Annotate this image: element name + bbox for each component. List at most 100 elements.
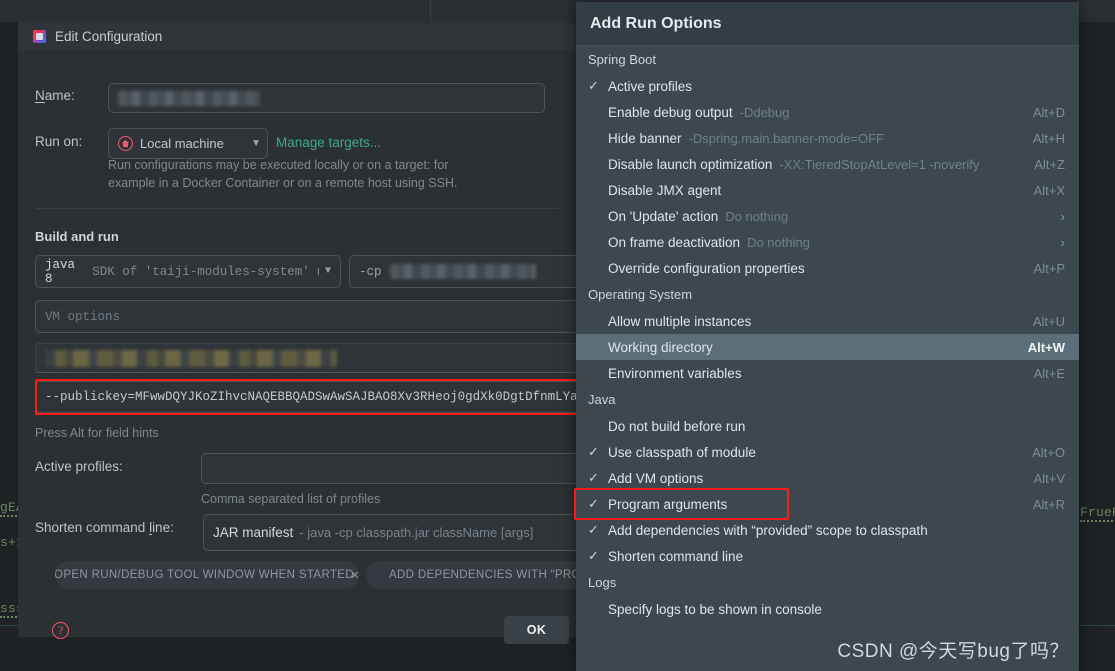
run-configuration-icon — [33, 30, 46, 43]
ok-label: OK — [526, 623, 547, 637]
run-option-label: Hide banner — [608, 130, 682, 146]
run-option-item[interactable]: Disable launch optimization -XX:TieredSto… — [576, 151, 1079, 177]
close-icon[interactable]: ✕ — [350, 568, 359, 582]
active-profiles-label: Active profiles: — [35, 459, 123, 474]
program-arguments-input[interactable]: --publickey=MFwwDQYJKoZIhvcNAQEBBQADSwAw… — [35, 381, 599, 413]
run-option-label: Working directory — [608, 339, 713, 355]
run-option-hint: Do nothing — [725, 208, 789, 224]
option-group-header: Logs — [588, 575, 617, 590]
cp-value-redacted — [389, 264, 536, 279]
program-arguments-value: --publickey=MFwwDQYJKoZIhvcNAQEBBQADSwAw… — [45, 390, 589, 404]
vm-options-placeholder: VM options — [45, 309, 121, 324]
run-option-label: Disable JMX agent — [608, 182, 722, 198]
run-option-item[interactable]: Hide banner -Dspring.main.banner-mode=OFF… — [576, 125, 1079, 151]
chevron-right-icon[interactable]: › — [1049, 235, 1065, 250]
watermark: CSDN @今天写bug了吗？ — [837, 641, 1069, 662]
run-option-item[interactable]: ✓ Active profiles — [576, 73, 1079, 99]
vm-options-input[interactable]: VM options — [35, 300, 599, 333]
run-option-item[interactable]: ✓ Add dependencies with “provided” scope … — [576, 517, 1079, 543]
redacted-input-value — [45, 349, 337, 367]
home-icon — [118, 136, 133, 151]
classpath-input[interactable]: -cp — [349, 255, 599, 288]
check-icon: ✓ — [588, 522, 599, 537]
active-profiles-hint: Comma separated list of profiles — [201, 492, 381, 506]
run-option-item[interactable]: Environment variables Alt+E — [576, 360, 1079, 386]
run-option-hint: -Ddebug — [739, 104, 790, 120]
run-option-shortcut: Alt+Z — [1034, 156, 1065, 172]
run-on-value: Local machine — [140, 136, 224, 151]
run-option-shortcut: Alt+E — [1033, 365, 1065, 381]
shorten-command-row: Shorten command line: — [35, 520, 174, 535]
shorten-command-label: Shorten command line: — [35, 520, 174, 535]
dialog-title: Edit Configuration — [55, 29, 163, 44]
active-profiles-row: Active profiles: — [35, 459, 123, 474]
redacted-input[interactable] — [35, 343, 599, 373]
pill-label: OPEN RUN/DEBUG TOOL WINDOW WHEN STARTED — [55, 569, 354, 581]
sdk-dropdown[interactable]: java 8 SDK of 'taiji-modules-system' mod… — [35, 255, 341, 288]
run-option-item[interactable]: Specify logs to be shown in console — [576, 596, 1079, 622]
run-on-hint-line-2: example in a Docker Container or on a re… — [108, 176, 458, 190]
run-option-label: Do not build before run — [608, 418, 746, 434]
option-group-header: Operating System — [588, 287, 693, 302]
name-label: Name: — [35, 88, 75, 103]
dialog-body: Name: Run on: Local machine ▼ Manage tar… — [19, 50, 612, 644]
run-option-item[interactable]: Allow multiple instances Alt+U — [576, 308, 1079, 334]
build-and-run-title: Build and run — [35, 229, 119, 244]
section-divider — [35, 208, 561, 209]
run-on-row: Run on: — [35, 134, 82, 149]
popup-header: Add Run Options — [576, 2, 1079, 46]
open-run-debug-tool-window-pill[interactable]: OPEN RUN/DEBUG TOOL WINDOW WHEN STARTED … — [55, 561, 359, 589]
run-option-item[interactable]: On frame deactivation Do nothing › — [576, 229, 1079, 255]
run-option-item[interactable]: Enable debug output -Ddebug Alt+D — [576, 99, 1079, 125]
run-option-label: On frame deactivation — [608, 234, 741, 250]
run-options-list[interactable]: Spring Boot ✓ Active profiles Enable debug … — [576, 46, 1079, 622]
name-input[interactable] — [108, 83, 545, 113]
run-option-label: Shorten command line — [608, 548, 744, 564]
run-option-label: Allow multiple instances — [608, 313, 752, 329]
chevron-down-icon: ▼ — [251, 138, 261, 149]
run-option-item[interactable]: Do not build before run — [576, 413, 1079, 439]
run-option-item[interactable]: ✓ Use classpath of module Alt+O — [576, 439, 1079, 465]
sdk-module-suffix: SDK of 'taiji-modules-system' mod — [92, 264, 319, 279]
run-on-label: Run on: — [35, 134, 83, 149]
run-option-item[interactable]: ✓ Add VM options Alt+V — [576, 465, 1079, 491]
run-on-dropdown[interactable]: Local machine ▼ — [108, 128, 268, 159]
shorten-command-dropdown[interactable]: JAR manifest - java -cp classpath.jar cl… — [203, 514, 599, 551]
run-option-label: Disable launch optimization — [608, 156, 773, 172]
run-option-shortcut: Alt+P — [1033, 260, 1065, 276]
active-profiles-input[interactable] — [201, 453, 599, 484]
ok-button[interactable]: OK — [504, 616, 569, 644]
sdk-value: java 8 — [45, 257, 76, 286]
check-icon: ✓ — [588, 470, 599, 485]
manage-targets-link[interactable]: Manage targets... — [276, 135, 381, 150]
run-option-label: Enable debug output — [608, 104, 733, 120]
run-option-label: Program arguments — [608, 496, 728, 512]
run-option-item[interactable]: Override configuration properties Alt+P — [576, 255, 1079, 281]
run-option-shortcut: Alt+D — [1032, 104, 1065, 120]
run-option-item[interactable]: Working directory Alt+W — [576, 334, 1079, 360]
run-option-item[interactable]: ✓ Shorten command line — [576, 543, 1079, 569]
help-button[interactable]: ? — [52, 622, 69, 639]
check-icon: ✓ — [588, 548, 599, 563]
code-fragment: FrueR — [1080, 505, 1115, 522]
option-group-header: Java — [588, 392, 616, 407]
option-group-header: Spring Boot — [588, 52, 656, 67]
ide-toolbar-separator — [430, 0, 431, 22]
run-option-item[interactable]: On 'Update' action Do nothing › — [576, 203, 1079, 229]
check-icon: ✓ — [588, 444, 599, 459]
run-option-hint: -Dspring.main.banner-mode=OFF — [688, 130, 885, 146]
screen: gEA s+1 sss FrueR Edit Configuration Nam… — [0, 0, 1115, 671]
run-option-item[interactable]: ✓ Program arguments Alt+R — [576, 491, 1079, 517]
edit-configuration-dialog: Edit Configuration Name: Run on: Local m… — [18, 22, 612, 644]
run-option-item[interactable]: Disable JMX agent Alt+X — [576, 177, 1079, 203]
run-option-shortcut: Alt+U — [1032, 313, 1065, 329]
run-option-label: Use classpath of module — [608, 444, 756, 460]
chevron-down-icon: ▼ — [324, 266, 331, 277]
run-option-hint: Do nothing — [747, 234, 810, 250]
run-option-hint: -XX:TieredStopAtLevel=1 -noverify — [779, 156, 980, 172]
run-option-label: Specify logs to be shown in console — [608, 601, 822, 617]
chevron-right-icon[interactable]: › — [1049, 209, 1065, 224]
cp-label: -cp — [359, 264, 382, 279]
run-option-label: Add VM options — [608, 470, 704, 486]
run-on-hint-line-1: Run configurations may be executed local… — [108, 158, 449, 172]
